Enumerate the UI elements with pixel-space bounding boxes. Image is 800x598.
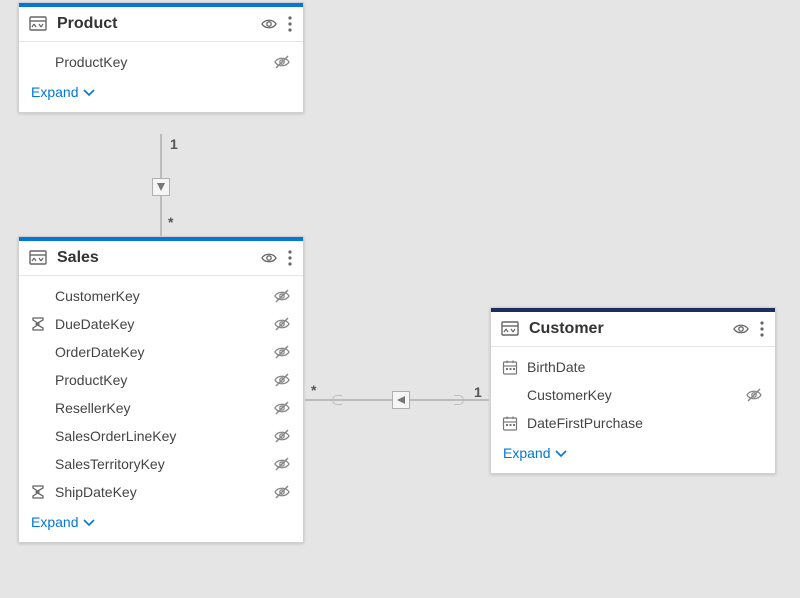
field-list: BirthDate CustomerKey DateFirstPurchase: [491, 347, 775, 437]
field-name: DueDateKey: [55, 316, 263, 332]
field-name: DateFirstPurchase: [527, 415, 735, 431]
field-row[interactable]: BirthDate: [491, 353, 775, 381]
field-list: ProductKey: [19, 42, 303, 76]
expand-button[interactable]: Expand: [19, 76, 303, 112]
more-icon[interactable]: [759, 320, 765, 338]
table-icon: [29, 249, 47, 267]
field-row[interactable]: SalesOrderLineKey: [19, 422, 303, 450]
expand-button[interactable]: Expand: [19, 506, 303, 542]
expand-label: Expand: [31, 84, 78, 100]
field-list: CustomerKey DueDateKey OrderDateKey Prod…: [19, 276, 303, 506]
hidden-icon[interactable]: [271, 484, 293, 500]
filter-direction-icon: [392, 391, 410, 409]
table-icon: [501, 320, 519, 338]
table-header: Sales: [19, 241, 303, 276]
table-card-product[interactable]: Product ProductKey Expand: [18, 2, 304, 113]
sigma-icon: [29, 484, 47, 500]
hidden-icon[interactable]: [271, 316, 293, 332]
relationship-end-right: [454, 395, 464, 405]
calendar-icon: [501, 415, 519, 431]
cardinality-many: *: [311, 382, 316, 398]
table-title: Customer: [529, 320, 604, 338]
hidden-icon[interactable]: [271, 54, 293, 70]
chevron-down-icon: [82, 85, 96, 99]
table-header: Product: [19, 7, 303, 42]
field-name: ProductKey: [55, 372, 263, 388]
table-title: Sales: [57, 249, 99, 267]
table-header: Customer: [491, 312, 775, 347]
field-row[interactable]: OrderDateKey: [19, 338, 303, 366]
field-row[interactable]: ResellerKey: [19, 394, 303, 422]
relationship-end-left: [332, 395, 342, 405]
table-card-customer[interactable]: Customer BirthDate CustomerKey DateFirst…: [490, 307, 776, 474]
expand-label: Expand: [503, 445, 550, 461]
field-row[interactable]: SalesTerritoryKey: [19, 450, 303, 478]
hidden-icon[interactable]: [271, 344, 293, 360]
cardinality-one: 1: [474, 384, 482, 400]
hidden-icon[interactable]: [271, 288, 293, 304]
visibility-icon[interactable]: [261, 250, 277, 266]
expand-button[interactable]: Expand: [491, 437, 775, 473]
field-row[interactable]: CustomerKey: [491, 381, 775, 409]
hidden-icon[interactable]: [271, 372, 293, 388]
more-icon[interactable]: [287, 15, 293, 33]
filter-direction-icon: [152, 178, 170, 196]
expand-label: Expand: [31, 514, 78, 530]
field-name: SalesOrderLineKey: [55, 428, 263, 444]
visibility-icon[interactable]: [261, 16, 277, 32]
field-row[interactable]: ProductKey: [19, 366, 303, 394]
field-row[interactable]: CustomerKey: [19, 282, 303, 310]
field-name: ProductKey: [55, 54, 263, 70]
field-name: ShipDateKey: [55, 484, 263, 500]
chevron-down-icon: [554, 446, 568, 460]
hidden-icon[interactable]: [271, 428, 293, 444]
field-row[interactable]: DateFirstPurchase: [491, 409, 775, 437]
hidden-icon[interactable]: [271, 400, 293, 416]
field-name: CustomerKey: [527, 387, 735, 403]
chevron-down-icon: [82, 515, 96, 529]
cardinality-one: 1: [170, 136, 178, 152]
field-name: ResellerKey: [55, 400, 263, 416]
table-title: Product: [57, 15, 117, 33]
sigma-icon: [29, 316, 47, 332]
hidden-icon[interactable]: [271, 456, 293, 472]
visibility-icon[interactable]: [733, 321, 749, 337]
field-name: CustomerKey: [55, 288, 263, 304]
field-name: OrderDateKey: [55, 344, 263, 360]
hidden-icon[interactable]: [743, 387, 765, 403]
table-icon: [29, 15, 47, 33]
calendar-icon: [501, 359, 519, 375]
field-row[interactable]: ShipDateKey: [19, 478, 303, 506]
more-icon[interactable]: [287, 249, 293, 267]
field-name: BirthDate: [527, 359, 735, 375]
field-row[interactable]: ProductKey: [19, 48, 303, 76]
field-name: SalesTerritoryKey: [55, 456, 263, 472]
table-card-sales[interactable]: Sales CustomerKey DueDateKey OrderDateKe…: [18, 236, 304, 543]
field-row[interactable]: DueDateKey: [19, 310, 303, 338]
cardinality-many: *: [168, 214, 173, 230]
